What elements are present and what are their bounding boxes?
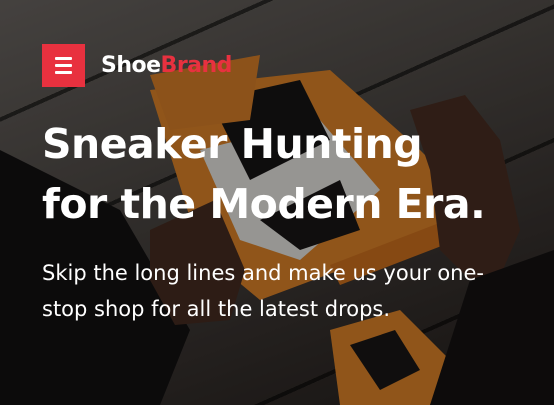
brand-name-part1: Shoe (101, 53, 161, 78)
brand-name-part2: Brand (160, 53, 233, 78)
hero-title: Sneaker Hunting for the Modern Era. (42, 114, 542, 234)
site-header: ShoeBrand (42, 44, 232, 87)
brand-logo[interactable]: ShoeBrand (101, 53, 232, 78)
hero-subtitle: Skip the long lines and make us your one… (42, 261, 484, 321)
hero-title-line1: Sneaker Hunting (42, 120, 423, 168)
hero-title-line2: for the Modern Era. (42, 180, 486, 228)
hamburger-menu-icon[interactable] (42, 44, 85, 87)
